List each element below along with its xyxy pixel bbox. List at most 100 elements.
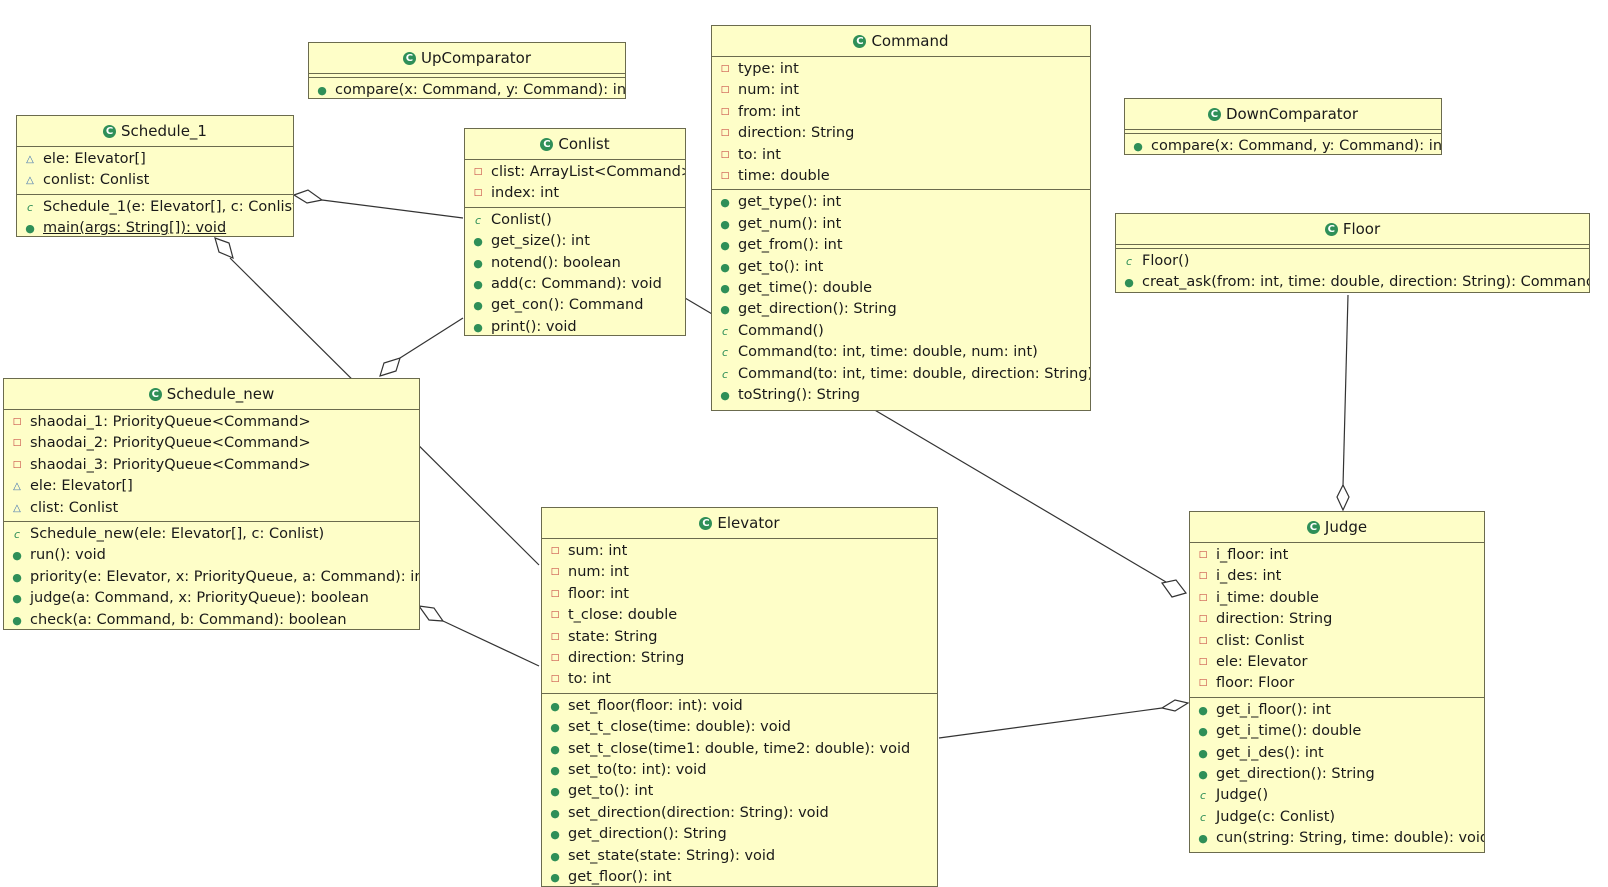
method-row: ● toString(): String: [712, 385, 1090, 406]
assoc-schedulenew-conlist: [399, 317, 464, 359]
private-square-icon: □: [720, 171, 730, 182]
class-upcomparator[interactable]: C UpComparator ● compare(x: Command, y: Com…: [308, 42, 626, 99]
public-dot-icon: ●: [473, 320, 483, 334]
attribute-text: i_floor: int: [1216, 547, 1289, 563]
attribute-row: △ ele: Elevator[]: [17, 149, 293, 170]
method-row: ● set_t_close(time1: double, time2: doubl…: [542, 739, 937, 760]
class-command[interactable]: C Command □ type: int □ num: int □ from: int □ di…: [711, 25, 1091, 411]
class-schedule-new[interactable]: C Schedule_new □ shaodai_1: PriorityQueue<C…: [3, 378, 420, 630]
private-square-icon: □: [550, 588, 560, 599]
method-row: ● set_to(to: int): void: [542, 760, 937, 781]
attribute-row: □ shaodai_2: PriorityQueue<Command>: [4, 433, 419, 454]
public-dot-icon: ●: [1198, 832, 1208, 846]
attribute-text: ele: Elevator: [1216, 654, 1308, 671]
private-square-icon: □: [720, 85, 730, 96]
class-floor[interactable]: C Floor c Floor() ● creat_ask(from: int, time…: [1115, 213, 1590, 293]
attribute-text: from: int: [738, 103, 801, 120]
constructor-icon: c: [721, 346, 729, 360]
attribute-row: △ conlist: Conlist: [17, 170, 293, 191]
attribute-row: □ shaodai_1: PriorityQueue<Command>: [4, 412, 419, 433]
private-square-icon: □: [550, 567, 560, 578]
method-row: c Command(): [712, 321, 1090, 342]
method-text: get_con(): Command: [491, 297, 644, 314]
class-header: C Judge: [1190, 512, 1484, 543]
method-row: ● set_direction(direction: String): void: [542, 803, 937, 824]
attribute-text: t_close: double: [568, 607, 678, 624]
public-dot-icon: ●: [1198, 768, 1208, 782]
method-row: ● cun(string: String, time: double): void: [1190, 828, 1484, 849]
method-row: ● get_direction(): String: [1190, 764, 1484, 785]
class-conlist[interactable]: C Conlist □ clist: ArrayList<Command> □ index…: [464, 128, 686, 336]
attribute-row: □ ele: Elevator: [1190, 652, 1484, 673]
public-dot-icon: ●: [1198, 725, 1208, 739]
method-text: Schedule_new(ele: Elevator[], c: Conlist…: [30, 526, 325, 543]
method-row: c Floor(): [1116, 251, 1589, 272]
class-name: Command: [871, 32, 949, 50]
method-row: ● set_t_close(time: double): void: [542, 717, 937, 738]
aggregation-diamond: [1160, 579, 1188, 598]
private-square-icon: □: [550, 674, 560, 685]
method-text: Command(to: int, time: double, direction…: [738, 365, 1091, 382]
attribute-row: □ direction: String: [1190, 609, 1484, 630]
methods-section: c Conlist() ● get_size(): int ● notend(): boo…: [465, 208, 685, 335]
private-square-icon: □: [12, 417, 22, 427]
private-square-icon: □: [550, 653, 560, 664]
method-row: ● print(): void: [465, 317, 685, 335]
private-square-icon: □: [550, 546, 560, 556]
assoc-elevator-judge: [938, 707, 1163, 739]
private-square-icon: □: [550, 631, 560, 642]
public-dot-icon: ●: [1198, 746, 1208, 760]
public-dot-icon: ●: [473, 256, 483, 270]
attribute-row: □ clist: Conlist: [1190, 631, 1484, 652]
attribute-text: i_des: int: [1216, 568, 1282, 585]
class-schedule-1[interactable]: C Schedule_1 △ ele: Elevator[] △ conlist: Con…: [16, 115, 294, 237]
attribute-text: sum: int: [568, 543, 628, 559]
private-square-icon: □: [1198, 550, 1208, 560]
attribute-row: □ to: int: [542, 669, 937, 690]
method-text: toString(): String: [738, 387, 860, 404]
constructor-icon: c: [26, 200, 34, 214]
public-dot-icon: ●: [550, 871, 560, 885]
public-dot-icon: ●: [720, 389, 730, 403]
private-square-icon: □: [720, 64, 730, 74]
method-text: Judge(c: Conlist): [1216, 808, 1336, 825]
public-dot-icon: ●: [550, 721, 560, 735]
attribute-row: □ t_close: double: [542, 605, 937, 626]
methods-section: c Schedule_new(ele: Elevator[], c: Conlis…: [4, 522, 419, 629]
aggregation-diamond: [214, 237, 234, 260]
method-text: add(c: Command): void: [491, 276, 662, 293]
class-judge[interactable]: C Judge □ i_floor: int □ i_des: int □ i_time: d…: [1189, 511, 1485, 853]
class-downcomparator[interactable]: C DownComparator ● compare(x: Command, y: C…: [1124, 98, 1442, 155]
aggregation-diamond: [417, 605, 445, 622]
public-dot-icon: ●: [12, 549, 22, 563]
method-text: get_type(): int: [738, 194, 842, 211]
attributes-section: □ i_floor: int □ i_des: int □ i_time: double □…: [1190, 543, 1484, 698]
attribute-row: □ i_des: int: [1190, 566, 1484, 587]
constructor-icon: c: [1199, 789, 1207, 803]
method-row: ● compare(x: Command, y: Command): int: [309, 80, 625, 98]
attributes-section: □ clist: ArrayList<Command> □ index: int: [465, 160, 685, 208]
method-row: ● get_type(): int: [712, 192, 1090, 213]
class-c-icon: C: [103, 125, 116, 138]
class-c-icon: C: [699, 517, 713, 530]
method-text: compare(x: Command, y: Command): int: [1151, 138, 1442, 154]
attribute-text: index: int: [491, 185, 560, 202]
private-square-icon: □: [720, 106, 730, 117]
assoc-floor-judge: [1342, 294, 1349, 487]
class-c-icon: C: [1324, 223, 1338, 236]
methods-section: ● get_i_floor(): int ● get_i_time(): double…: [1190, 698, 1484, 852]
attribute-row: □ from: int: [712, 102, 1090, 123]
method-row: ● get_i_des(): int: [1190, 743, 1484, 764]
class-header: C Elevator: [542, 508, 937, 539]
class-header: C Conlist: [465, 129, 685, 160]
method-row: ● set_floor(floor: int): void: [542, 696, 937, 717]
class-name: Schedule_new: [166, 385, 275, 403]
package-triangle-icon: △: [13, 502, 21, 514]
public-dot-icon: ●: [317, 84, 327, 97]
attribute-text: ele: Elevator[]: [30, 478, 133, 495]
attribute-text: clist: Conlist: [30, 499, 119, 516]
attribute-text: shaodai_3: PriorityQueue<Command>: [30, 456, 311, 473]
method-row: ● add(c: Command): void: [465, 274, 685, 295]
public-dot-icon: ●: [720, 303, 730, 317]
class-elevator[interactable]: C Elevator □ sum: int □ num: int □ floor: int □ t…: [541, 507, 938, 887]
